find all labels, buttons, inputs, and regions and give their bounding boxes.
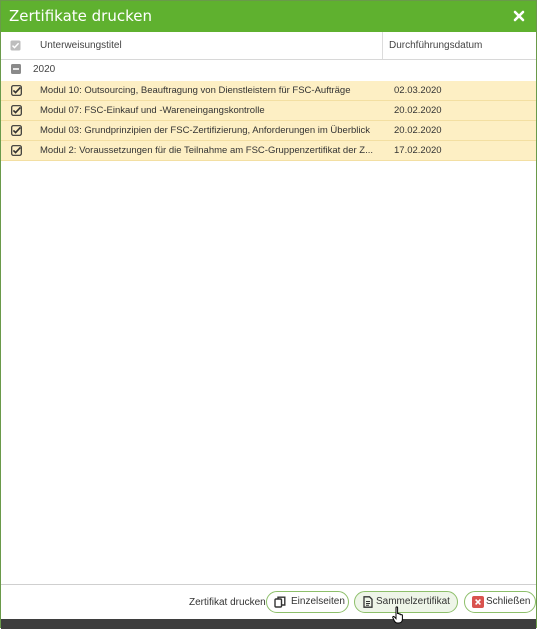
single-pages-button[interactable]: Einzelseiten [266, 591, 349, 613]
table-row[interactable]: Modul 10: Outsourcing, Beauftragung von … [1, 81, 536, 101]
column-header-date[interactable]: Durchführungsdatum [389, 40, 482, 51]
close-button[interactable]: Schließen [464, 591, 536, 613]
document-icon [362, 596, 374, 608]
collective-certificate-button[interactable]: Sammelzertifikat [354, 591, 458, 613]
row-date: 17.02.2020 [394, 145, 442, 156]
row-checkbox[interactable] [11, 145, 22, 156]
print-certificate-label: Zertifikat drucken [189, 597, 266, 608]
close-label: Schließen [486, 596, 531, 607]
group-label: 2020 [33, 64, 56, 75]
single-pages-label: Einzelseiten [291, 596, 345, 607]
collapse-icon[interactable] [11, 64, 21, 74]
grid-header: Unterweisungstitel Durchführungsdatum [1, 32, 536, 60]
row-date: 02.03.2020 [394, 85, 442, 96]
table-row[interactable]: Modul 03: Grundprinzipien der FSC-Zertif… [1, 121, 536, 141]
collective-certificate-label: Sammelzertifikat [376, 596, 450, 607]
row-date: 20.02.2020 [394, 125, 442, 136]
dialog-title-bar: Zertifikate drucken [1, 1, 536, 32]
close-box-icon [472, 596, 484, 608]
row-checkbox[interactable] [11, 105, 22, 116]
column-header-title[interactable]: Unterweisungstitel [40, 40, 122, 51]
copy-pages-icon [274, 596, 286, 608]
certificate-print-dialog: Zertifikate drucken Unterweisungstitel D… [0, 0, 537, 629]
column-divider [382, 32, 383, 59]
row-date: 20.02.2020 [394, 105, 442, 116]
group-row-2020: 2020 [1, 60, 536, 79]
row-title: Modul 07: FSC-Einkauf und -Wareneingangs… [40, 105, 265, 116]
row-title: Modul 10: Outsourcing, Beauftragung von … [40, 85, 351, 96]
dialog-title: Zertifikate drucken [9, 7, 152, 25]
select-all-checkbox[interactable] [10, 40, 21, 51]
close-icon[interactable] [511, 8, 527, 24]
table-row[interactable]: Modul 07: FSC-Einkauf und -Wareneingangs… [1, 101, 536, 121]
dialog-footer: Zertifikat drucken Einzelseiten Sammelze… [1, 584, 536, 619]
row-title: Modul 2: Voraussetzungen für die Teilnah… [40, 145, 374, 156]
table-row[interactable]: Modul 2: Voraussetzungen für die Teilnah… [1, 141, 536, 161]
row-checkbox[interactable] [11, 85, 22, 96]
row-checkbox[interactable] [11, 125, 22, 136]
row-title: Modul 03: Grundprinzipien der FSC-Zertif… [40, 125, 371, 136]
certificate-list: Modul 10: Outsourcing, Beauftragung von … [1, 81, 536, 161]
